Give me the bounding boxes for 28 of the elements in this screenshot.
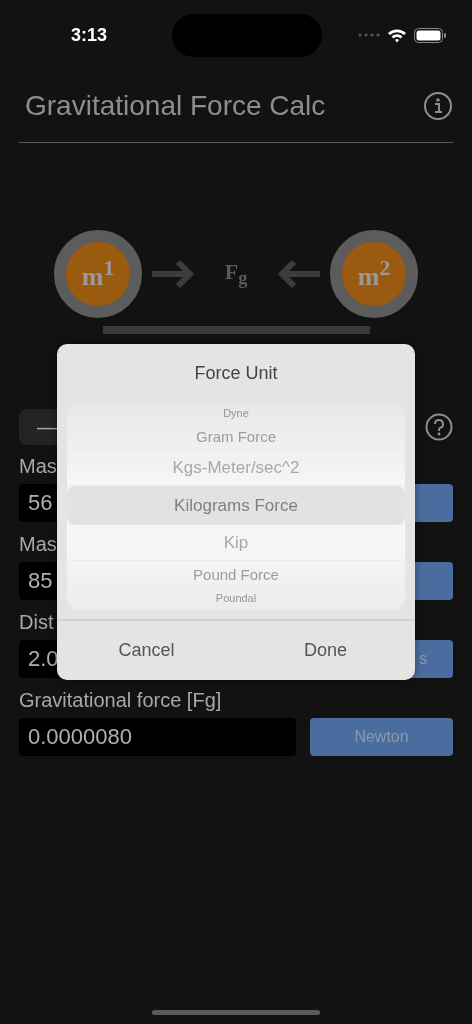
- status-time: 3:13: [70, 24, 108, 46]
- arrow-right-icon: [152, 259, 196, 289]
- help-icon[interactable]: [425, 413, 453, 441]
- field-label: Mas: [19, 534, 57, 554]
- picker-option[interactable]: Dyne: [67, 403, 405, 423]
- cancel-button[interactable]: Cancel: [57, 621, 236, 680]
- mass-circle: m$^{2}$: [330, 230, 418, 318]
- picker-option[interactable]: Pound Force: [67, 561, 405, 588]
- dialog-title: Force Unit: [193, 362, 279, 385]
- signal-icon: [358, 33, 380, 37]
- picker-option[interactable]: Kilograms Force: [67, 486, 405, 525]
- battery-icon: [414, 27, 446, 43]
- app-title: Gravitational Force Calc: [25, 90, 326, 122]
- unit-picker[interactable]: Dyne Gram Force Kgs-Meter/sec^2 Kilograms Force Kip Pound Force Poundal: [67, 403, 405, 610]
- picker-option[interactable]: Gram Force: [67, 423, 405, 450]
- unit-button[interactable]: Newton: [310, 718, 453, 756]
- info-icon[interactable]: [423, 91, 453, 121]
- input-field[interactable]: 0.0000080: [19, 718, 296, 756]
- arrow-left-icon: [276, 259, 320, 289]
- mass-circle: m$^{1}$: [54, 230, 142, 318]
- picker-option[interactable]: Kip: [67, 525, 405, 561]
- field-label: Dist: [19, 612, 54, 632]
- wifi-icon: [387, 27, 407, 43]
- force-symbol: F$_{g}$: [223, 258, 249, 290]
- field-label: Gravitational force [Fg]: [19, 690, 222, 710]
- field-label: Mas: [19, 456, 57, 476]
- picker-option[interactable]: Poundal: [67, 588, 405, 608]
- done-button[interactable]: Done: [236, 621, 415, 680]
